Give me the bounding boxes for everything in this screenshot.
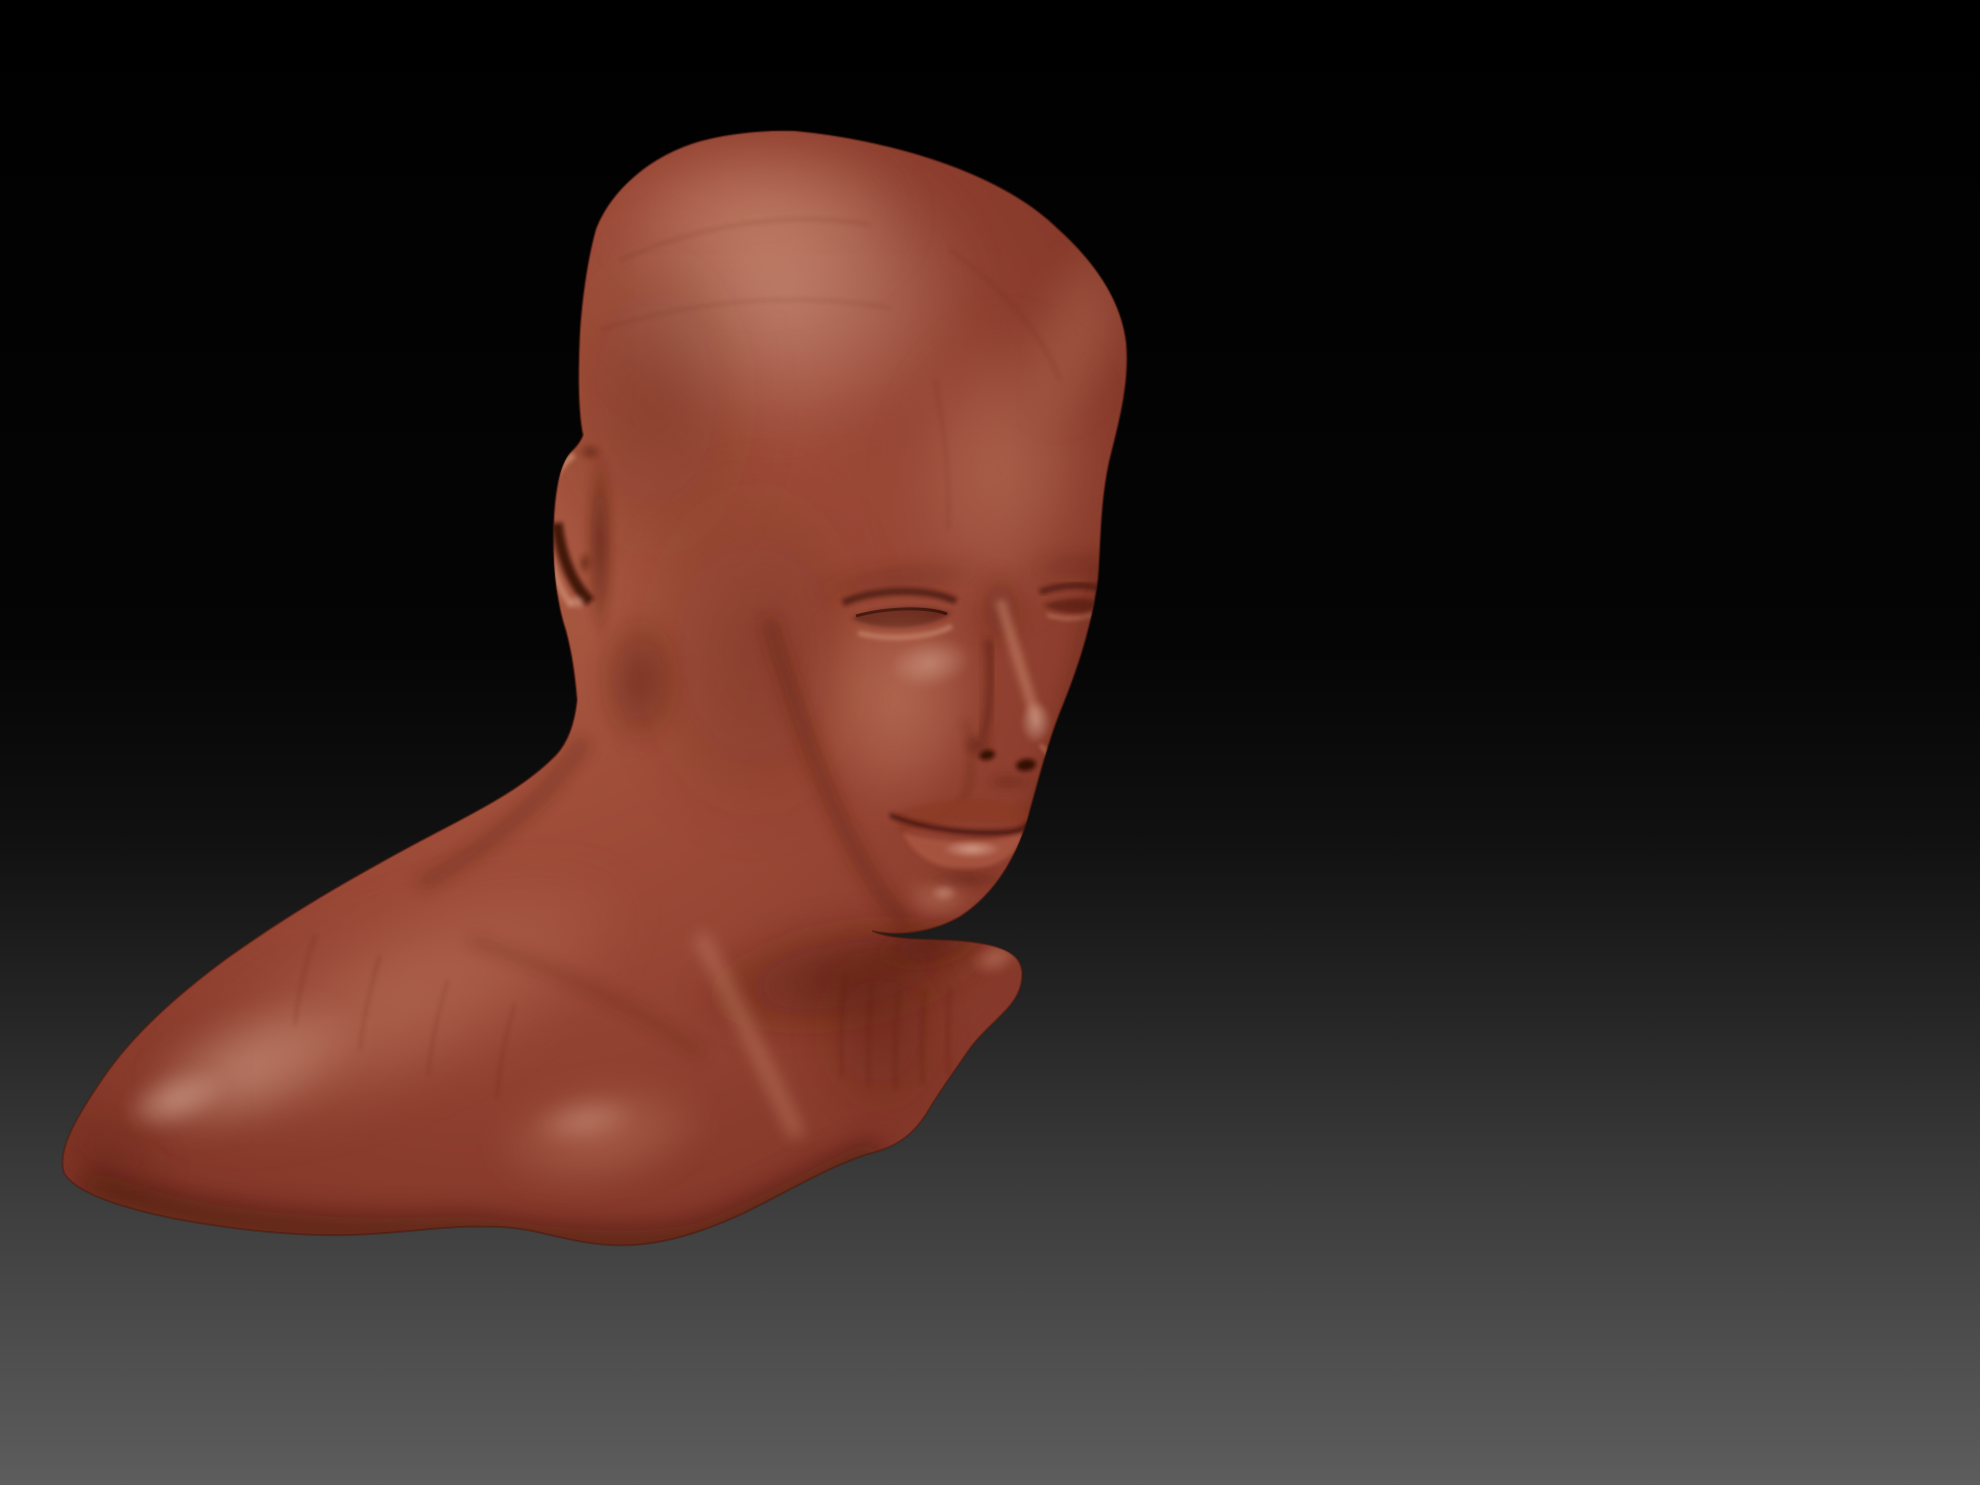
under-ear-shadow bbox=[595, 610, 685, 750]
tragus-shadow bbox=[578, 552, 592, 574]
cheek-light bbox=[805, 585, 985, 815]
chin-sheen bbox=[930, 884, 958, 902]
lower-lip-sheen bbox=[942, 840, 1002, 858]
viewport-canvas[interactable] bbox=[0, 0, 1980, 1485]
behind-ear-shadow bbox=[585, 450, 615, 640]
helix-notch-shadow bbox=[578, 443, 602, 461]
sculpt-viewport[interactable] bbox=[0, 0, 1980, 1485]
nose-tip-sheen bbox=[1020, 700, 1052, 744]
earlobe-light bbox=[567, 594, 587, 610]
neck-column-shadow bbox=[805, 935, 955, 1125]
under-nose-shadow bbox=[984, 773, 1032, 791]
